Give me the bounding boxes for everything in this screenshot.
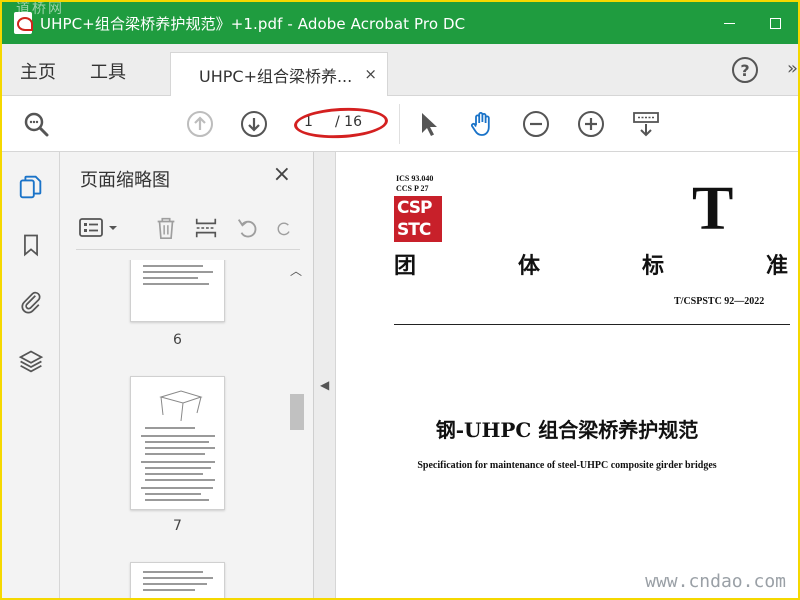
red-highlight-circle bbox=[293, 105, 389, 141]
panel-close-icon[interactable]: × bbox=[273, 162, 291, 187]
document-tab-label: UHPC+组合梁桥养... bbox=[199, 66, 353, 86]
minimize-button[interactable] bbox=[706, 2, 752, 44]
attachments-icon[interactable] bbox=[16, 286, 46, 316]
minimize-icon bbox=[723, 22, 735, 24]
hand-tool-icon[interactable] bbox=[466, 108, 498, 140]
page-thumbnails-icon[interactable] bbox=[16, 172, 46, 202]
keyboard-scroll-icon[interactable] bbox=[630, 108, 662, 140]
thumbnail-page-number: 6 bbox=[173, 332, 182, 348]
page-thumbnail[interactable] bbox=[130, 562, 225, 598]
panel-collapse-handle[interactable]: ◀ bbox=[314, 152, 336, 598]
group-standard-char: 标 bbox=[642, 253, 665, 279]
document-tab[interactable]: UHPC+组合梁桥养... × bbox=[170, 52, 388, 96]
layers-icon[interactable] bbox=[16, 346, 46, 376]
acrobat-app-icon bbox=[14, 12, 33, 34]
collapse-arrow-icon: ◀ bbox=[320, 378, 330, 392]
thumbnail-scrollbar[interactable]: ︿ bbox=[288, 260, 306, 598]
select-arrow-icon[interactable] bbox=[412, 108, 444, 140]
window-title: UHPC+组合梁桥养护规范》+1.pdf - Adobe Acrobat Pro… bbox=[40, 14, 466, 33]
rotate-left-icon[interactable] bbox=[234, 214, 262, 242]
navigation-rail bbox=[2, 152, 60, 598]
app-window: 道桥网 UHPC+组合梁桥养护规范》+1.pdf - Adobe Acrobat… bbox=[2, 2, 798, 598]
group-standard-char: 团 bbox=[394, 253, 417, 279]
group-standard-char: 体 bbox=[518, 253, 541, 279]
document-title-en: Specification for maintenance of steel-U… bbox=[417, 460, 717, 471]
maximize-button[interactable] bbox=[752, 2, 798, 44]
thumbnail-diagram bbox=[159, 390, 203, 422]
help-button[interactable]: ? bbox=[732, 57, 758, 83]
scrollbar-thumb[interactable] bbox=[290, 394, 304, 430]
title-bar: 道桥网 UHPC+组合梁桥养护规范》+1.pdf - Adobe Acrobat… bbox=[2, 2, 798, 44]
page-thumbnail[interactable] bbox=[130, 260, 225, 322]
thumbnail-toolbar bbox=[76, 210, 300, 250]
zoom-out-icon[interactable] bbox=[520, 108, 552, 140]
search-icon[interactable] bbox=[20, 108, 52, 140]
page-thumbnails-panel: 页面缩略图 × 6 7 ︿ bbox=[60, 152, 314, 598]
page-down-icon[interactable] bbox=[238, 108, 270, 140]
more-menu-icon[interactable]: » bbox=[787, 58, 798, 79]
options-menu-icon[interactable] bbox=[78, 214, 122, 242]
document-title-cn: 钢-UHPC 组合梁桥养护规范 bbox=[435, 418, 699, 442]
header-rule bbox=[394, 324, 790, 325]
home-menu[interactable]: 主页 bbox=[20, 58, 56, 84]
menu-tab-row: 主页 工具 UHPC+组合梁桥养... × ? » bbox=[2, 44, 798, 96]
scroll-up-icon[interactable]: ︿ bbox=[290, 262, 302, 279]
document-page: ICS 93.040 CCS P 27 CSP STC T 团 体 标 准 T/… bbox=[336, 152, 798, 598]
maximize-icon bbox=[769, 17, 781, 29]
ccs-code: CCS P 27 bbox=[396, 184, 429, 193]
group-standard-char: 准 bbox=[766, 253, 789, 279]
delete-icon[interactable] bbox=[152, 214, 180, 242]
rotate-right-icon[interactable] bbox=[274, 214, 294, 242]
tab-close-icon[interactable]: × bbox=[364, 65, 377, 83]
insert-page-icon[interactable] bbox=[192, 214, 220, 242]
standard-type-letter: T bbox=[692, 175, 734, 243]
thumbnail-list: 6 7 bbox=[60, 260, 288, 598]
bookmarks-icon[interactable] bbox=[16, 230, 46, 260]
site-watermark-url: www.cndao.com bbox=[645, 571, 786, 592]
ics-codes: ICS 93.040 CCS P 27 bbox=[396, 174, 433, 194]
cspstc-logo: CSP STC bbox=[394, 196, 442, 242]
zoom-in-icon[interactable] bbox=[575, 108, 607, 140]
standard-number: T/CSPSTC 92—2022 bbox=[674, 296, 765, 307]
tools-menu[interactable]: 工具 bbox=[90, 58, 126, 84]
page-thumbnail[interactable] bbox=[130, 376, 225, 510]
toolbar-divider bbox=[399, 104, 400, 144]
main-toolbar: 1 / 16 bbox=[2, 96, 798, 152]
thumbnail-page-number: 7 bbox=[173, 518, 182, 534]
ics-code: ICS 93.040 bbox=[396, 174, 434, 183]
page-up-icon[interactable] bbox=[184, 108, 216, 140]
panel-title: 页面缩略图 bbox=[80, 170, 170, 191]
